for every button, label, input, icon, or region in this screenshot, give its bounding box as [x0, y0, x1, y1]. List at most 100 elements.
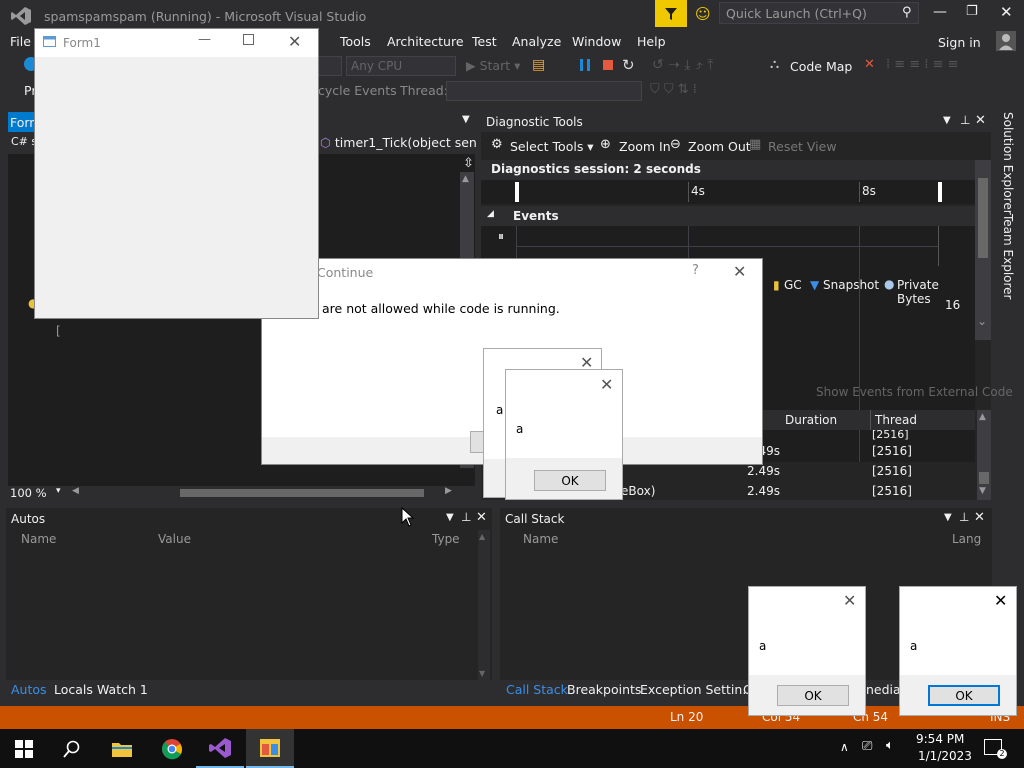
ok-button[interactable]: OK [928, 685, 1000, 706]
close-button[interactable]: ✕ [1000, 3, 1013, 21]
tab-locals[interactable]: Locals [54, 682, 93, 697]
team-explorer-tab[interactable]: Team Explorer [1001, 214, 1015, 300]
pause-button[interactable] [580, 59, 590, 71]
thread-column-header[interactable]: Thread [875, 413, 917, 427]
tab-exception-settings[interactable]: Exception Settin... [640, 682, 754, 697]
thread-dropdown[interactable] [446, 81, 642, 101]
message-box[interactable]: ✕ a OK [748, 586, 866, 716]
minimize-button[interactable]: — [933, 4, 947, 20]
zoom-in-icon[interactable]: ⊕ [600, 137, 611, 152]
search-icon[interactable]: ⚲ [902, 5, 912, 20]
split-icon[interactable]: ⇳ [463, 156, 474, 171]
collapse-events-icon[interactable]: ◢ [487, 209, 494, 219]
platform-dropdown[interactable]: Any CPU [346, 56, 456, 76]
select-tools-button[interactable]: Select Tools ▾ [510, 139, 594, 154]
gc-legend[interactable]: GC [784, 278, 802, 292]
menu-file[interactable]: File [10, 34, 31, 49]
feedback-filter-icon[interactable] [655, 0, 687, 27]
show-external-code-toggle[interactable]: Show Events from External Code [816, 385, 1013, 399]
start-button[interactable]: ▶ Start ▾ [466, 58, 520, 73]
zoom-out-icon[interactable]: ⊖ [670, 137, 681, 152]
close-icon[interactable]: ✕ [994, 591, 1007, 610]
search-icon[interactable] [48, 729, 96, 768]
private-bytes-legend[interactable]: Private Bytes [897, 278, 975, 306]
menu-help[interactable]: Help [637, 34, 666, 49]
panel-menu-icon[interactable]: ▼ [943, 115, 951, 126]
name-column-header[interactable]: Name [21, 532, 56, 546]
breakpoint-toggle-icon[interactable]: ✕ [864, 57, 875, 72]
config-dropdown[interactable] [318, 56, 342, 76]
diagnostics-scrollbar[interactable]: ⌄ [975, 160, 991, 340]
duration-column-header[interactable]: Duration [785, 413, 837, 427]
message-box[interactable]: ✕ a OK [505, 369, 623, 500]
tab-breakpoints[interactable]: Breakpoints [567, 682, 641, 697]
close-icon[interactable]: ✕ [600, 375, 613, 394]
message-box[interactable]: ✕ a OK [899, 586, 1017, 716]
form1-window[interactable]: Form1 — ✕ [34, 28, 319, 319]
tab-autos[interactable]: Autos [11, 682, 47, 697]
restore-button[interactable]: ❐ [966, 4, 978, 19]
menu-window[interactable]: Window [572, 34, 621, 49]
pin-icon[interactable]: ⊥ [461, 510, 471, 524]
value-column-header[interactable]: Value [158, 532, 191, 546]
type-column-header[interactable]: Type [432, 532, 460, 546]
pause-graph-icon[interactable]: ⏸ [498, 229, 504, 244]
panel-close-icon[interactable]: ✕ [974, 510, 985, 525]
close-icon[interactable]: ✕ [288, 32, 301, 51]
start-button[interactable] [0, 729, 48, 768]
quick-launch-input[interactable]: Quick Launch (Ctrl+Q) [719, 2, 919, 24]
restart-icon[interactable]: ↻ [622, 56, 635, 74]
menu-test[interactable]: Test [472, 34, 497, 49]
gear-icon[interactable]: ⚙ [491, 137, 503, 152]
zoom-in-button[interactable]: Zoom In [619, 139, 671, 154]
zoom-out-button[interactable]: Zoom Out [688, 139, 751, 154]
close-icon[interactable]: ✕ [843, 591, 856, 610]
file-explorer-icon[interactable] [98, 729, 146, 768]
solution-explorer-tab[interactable]: Solution Explorer [1001, 112, 1015, 215]
name-column-header[interactable]: Name [523, 532, 558, 546]
code-map-icon[interactable]: ⛬ [770, 57, 779, 72]
stop-button[interactable] [603, 60, 613, 70]
sign-in-link[interactable]: Sign in [938, 35, 981, 50]
network-icon[interactable]: ⎚ [862, 739, 872, 754]
visual-studio-taskbar-icon[interactable] [196, 729, 244, 768]
show-hidden-icons[interactable]: ∧ [840, 740, 849, 754]
reset-view-button[interactable]: Reset View [768, 139, 837, 154]
menu-tools[interactable]: Tools [340, 34, 371, 49]
events-table-scrollbar[interactable]: ▲ ▼ [977, 410, 991, 500]
minimize-button[interactable]: — [198, 32, 211, 47]
snapshot-legend[interactable]: Snapshot [823, 278, 879, 292]
panel-close-icon[interactable]: ✕ [975, 113, 986, 128]
tab-overflow-icon[interactable]: ▼ [462, 114, 470, 125]
lang-column-header[interactable]: Lang [952, 532, 981, 546]
menu-analyze[interactable]: Analyze [512, 34, 561, 49]
volume-icon[interactable]: 🔈︎ [886, 738, 894, 753]
clock-time[interactable]: 9:54 PM [916, 732, 964, 746]
menu-architecture[interactable]: Architecture [387, 34, 464, 49]
pin-icon[interactable]: ⊥ [959, 510, 969, 524]
maximize-button[interactable] [243, 34, 254, 45]
toolbar-more-icons: ⁞ ≡ ≡ ⁞ ≡ ≡ [886, 57, 959, 72]
tab-watch-1[interactable]: Watch 1 [97, 682, 148, 697]
close-icon[interactable]: ✕ [733, 262, 746, 281]
pin-icon[interactable]: ⊥ [960, 113, 970, 127]
process-icon[interactable]: ▤ [532, 57, 545, 73]
ok-button[interactable]: OK [777, 685, 849, 706]
tab-call-stack[interactable]: Call Stack [506, 682, 568, 697]
form-app-taskbar-icon[interactable] [246, 729, 294, 768]
zoom-level[interactable]: 100 % [10, 486, 47, 500]
smiley-feedback-icon[interactable]: ☺ [695, 5, 711, 23]
lifecycle-events-label[interactable]: cycle Events [318, 83, 397, 98]
method-dropdown[interactable]: ⬡ timer1_Tick(object sen ▾ [320, 135, 487, 150]
ok-button[interactable]: OK [534, 470, 606, 491]
horizontal-scrollbar-thumb[interactable] [180, 489, 424, 497]
code-map-button[interactable]: Code Map [790, 59, 852, 74]
help-button[interactable]: ? [692, 263, 699, 278]
timeline-ruler[interactable]: 4s 8s [481, 180, 975, 204]
panel-close-icon[interactable]: ✕ [476, 510, 487, 525]
autos-scrollbar[interactable]: ▲ ▼ [478, 530, 490, 680]
avatar[interactable] [996, 31, 1016, 51]
chrome-icon[interactable] [148, 729, 196, 768]
snapshot-legend-icon: ▼ [810, 278, 820, 292]
clock-date[interactable]: 1/1/2023 [918, 749, 972, 763]
